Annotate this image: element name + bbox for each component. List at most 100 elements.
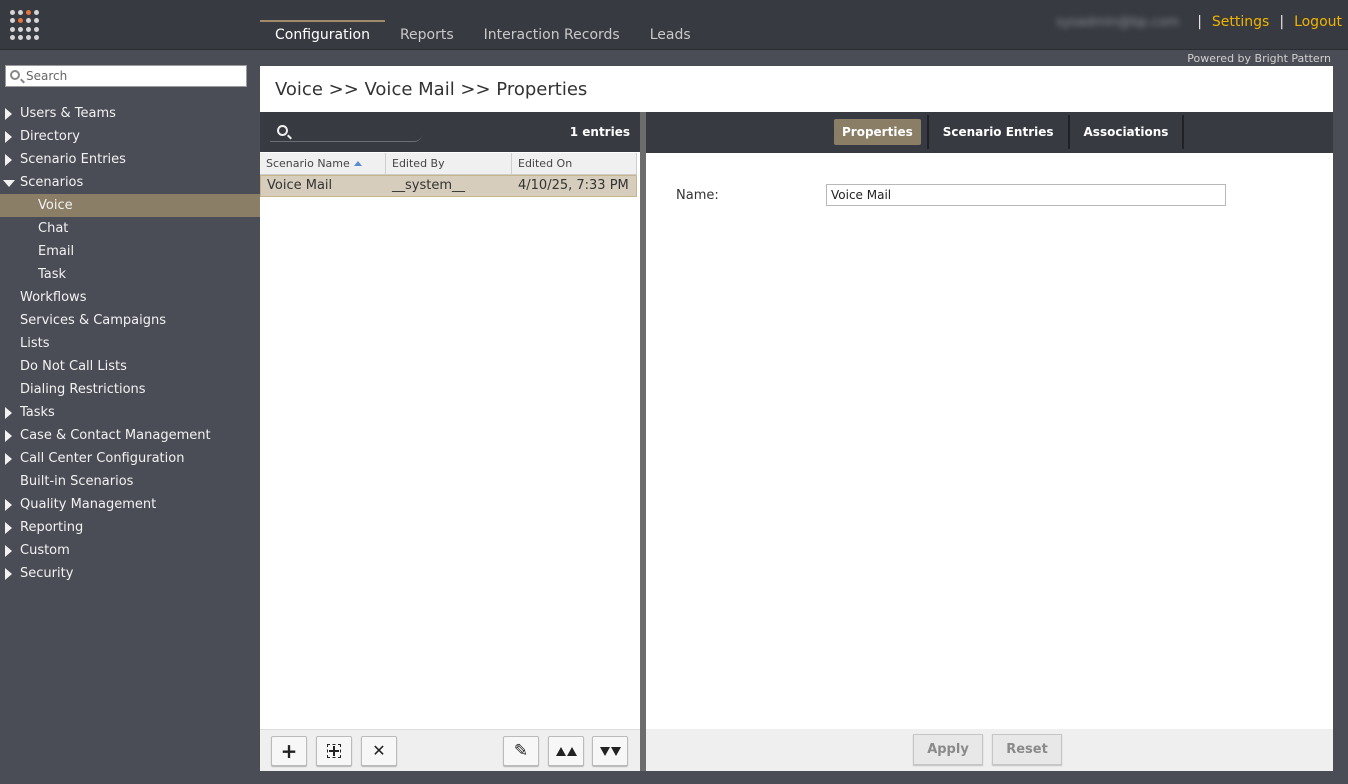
sidebar-item-case-contact-management[interactable]: Case & Contact Management: [0, 424, 260, 447]
sidebar-item-tasks[interactable]: Tasks: [0, 401, 260, 424]
sidebar-item-label: Custom: [20, 543, 70, 558]
sidebar-item-label: Call Center Configuration: [20, 451, 185, 466]
sidebar-nav: Users & Teams Directory Scenario Entries…: [0, 102, 260, 585]
expand-arrow-icon[interactable]: [5, 154, 12, 166]
user-email: sysadmin@bp.com: [1055, 14, 1180, 30]
sidebar-item-call-center-configuration[interactable]: Call Center Configuration: [0, 447, 260, 470]
sidebar-item-label: Do Not Call Lists: [20, 359, 127, 374]
sidebar-item-label: Lists: [20, 336, 50, 351]
table-row[interactable]: Voice Mail __system__ 4/10/25, 7:33 PM: [260, 175, 637, 197]
search-input[interactable]: [26, 67, 241, 85]
edit-button[interactable]: ✎: [503, 736, 539, 766]
separator: |: [1197, 14, 1202, 30]
column-header-label: Edited On: [518, 157, 573, 170]
sidebar-item-scenario-entries[interactable]: Scenario Entries: [0, 148, 260, 171]
tab-scenario-entries[interactable]: Scenario Entries: [935, 119, 1062, 145]
sidebar-item-chat[interactable]: Chat: [0, 217, 260, 240]
sidebar-item-do-not-call-lists[interactable]: Do Not Call Lists: [0, 355, 260, 378]
tab-configuration[interactable]: Configuration: [260, 20, 385, 50]
delete-icon: ✕: [372, 741, 386, 760]
expand-arrow-icon[interactable]: [5, 131, 12, 143]
sidebar-item-security[interactable]: Security: [0, 562, 260, 585]
column-header-edited-on[interactable]: Edited On: [512, 153, 637, 175]
sidebar-item-label: Tasks: [20, 405, 55, 420]
tab-properties[interactable]: Properties: [834, 119, 921, 145]
sidebar-item-services-campaigns[interactable]: Services & Campaigns: [0, 309, 260, 332]
sidebar-item-dialing-restrictions[interactable]: Dialing Restrictions: [0, 378, 260, 401]
delete-button[interactable]: ✕: [361, 736, 397, 766]
tab-divider: [1182, 115, 1185, 149]
sidebar-item-reporting[interactable]: Reporting: [0, 516, 260, 539]
logout-link[interactable]: Logout: [1288, 14, 1348, 30]
sidebar-item-custom[interactable]: Custom: [0, 539, 260, 562]
reset-button[interactable]: Reset: [992, 734, 1062, 765]
name-label: Name:: [676, 188, 719, 203]
cell-scenario-name: Voice Mail: [267, 178, 333, 193]
detail-pane: Properties Scenario Entries Associations…: [646, 112, 1333, 771]
settings-link[interactable]: Settings: [1206, 14, 1275, 30]
expand-arrow-icon[interactable]: [5, 108, 12, 120]
expand-arrow-icon[interactable]: [5, 545, 12, 557]
sidebar-item-users-teams[interactable]: Users & Teams: [0, 102, 260, 125]
main-area: Voice >> Voice Mail >> Properties 1 entr…: [260, 66, 1333, 771]
add-icon: +: [280, 739, 298, 763]
add-button[interactable]: +: [271, 736, 307, 766]
tab-leads[interactable]: Leads: [635, 20, 706, 50]
sidebar-item-label: Security: [20, 566, 74, 581]
expand-arrow-icon[interactable]: [5, 568, 12, 580]
tab-associations[interactable]: Associations: [1076, 119, 1177, 145]
user-area: sysadmin@bp.com | Settings | Logout: [1056, 12, 1348, 32]
name-field[interactable]: [826, 184, 1226, 206]
list-bottom-toolbar: + ✕ ✎: [260, 729, 640, 771]
search-icon: [10, 70, 20, 80]
sidebar-item-label: Directory: [20, 129, 80, 144]
sidebar-item-built-in-scenarios[interactable]: Built-in Scenarios: [0, 470, 260, 493]
top-nav: Configuration Reports Interaction Record…: [260, 20, 706, 50]
collapse-arrow-icon[interactable]: [3, 180, 15, 187]
tab-divider: [1067, 115, 1070, 149]
sidebar-item-label: Voice: [38, 198, 73, 213]
detail-bottom-bar: Apply Reset: [646, 729, 1333, 771]
sidebar-item-lists[interactable]: Lists: [0, 332, 260, 355]
expand-arrow-icon[interactable]: [5, 430, 12, 442]
sidebar-item-workflows[interactable]: Workflows: [0, 286, 260, 309]
column-header-label: Edited By: [392, 157, 445, 170]
separator: |: [1279, 14, 1285, 30]
add-copy-button[interactable]: [316, 736, 352, 766]
expand-arrow-icon[interactable]: [5, 407, 12, 419]
expand-arrow-icon[interactable]: [5, 522, 12, 534]
move-to-top-button[interactable]: [548, 736, 584, 766]
bright-pattern-logo-icon[interactable]: [10, 10, 40, 40]
sidebar-item-voice[interactable]: Voice: [0, 194, 260, 217]
sidebar-item-label: Scenarios: [20, 175, 84, 190]
tab-reports[interactable]: Reports: [385, 20, 469, 50]
sidebar-item-label: Services & Campaigns: [20, 313, 167, 328]
sidebar: Users & Teams Directory Scenario Entries…: [0, 51, 260, 784]
cell-edited-by: __system__: [392, 178, 465, 193]
expand-arrow-icon[interactable]: [5, 453, 12, 465]
tab-interaction-records[interactable]: Interaction Records: [469, 20, 635, 50]
search-icon: [277, 125, 288, 136]
column-header-edited-by[interactable]: Edited By: [386, 153, 512, 175]
detail-tabs: Properties Scenario Entries Associations: [828, 112, 1185, 152]
sidebar-item-directory[interactable]: Directory: [0, 125, 260, 148]
list-search-input[interactable]: [296, 122, 416, 140]
sidebar-item-task[interactable]: Task: [0, 263, 260, 286]
edit-icon: ✎: [513, 740, 529, 761]
sort-ascending-icon: [353, 161, 362, 166]
sidebar-item-scenarios[interactable]: Scenarios: [0, 171, 260, 194]
sidebar-item-label: Users & Teams: [20, 106, 116, 121]
sidebar-item-email[interactable]: Email: [0, 240, 260, 263]
column-header-label: Scenario Name: [266, 157, 350, 170]
sidebar-item-label: Dialing Restrictions: [20, 382, 146, 397]
powered-by-label: Powered by Bright Pattern: [1187, 52, 1331, 65]
column-header-scenario-name[interactable]: Scenario Name: [260, 153, 386, 175]
sidebar-item-quality-management[interactable]: Quality Management: [0, 493, 260, 516]
detail-tabs-bar: Properties Scenario Entries Associations: [646, 112, 1333, 153]
sidebar-search: [5, 65, 247, 87]
move-to-bottom-button[interactable]: [592, 736, 628, 766]
sidebar-item-label: Case & Contact Management: [20, 428, 211, 443]
sidebar-item-label: Task: [38, 267, 67, 282]
apply-button[interactable]: Apply: [913, 734, 983, 765]
expand-arrow-icon[interactable]: [5, 499, 12, 511]
